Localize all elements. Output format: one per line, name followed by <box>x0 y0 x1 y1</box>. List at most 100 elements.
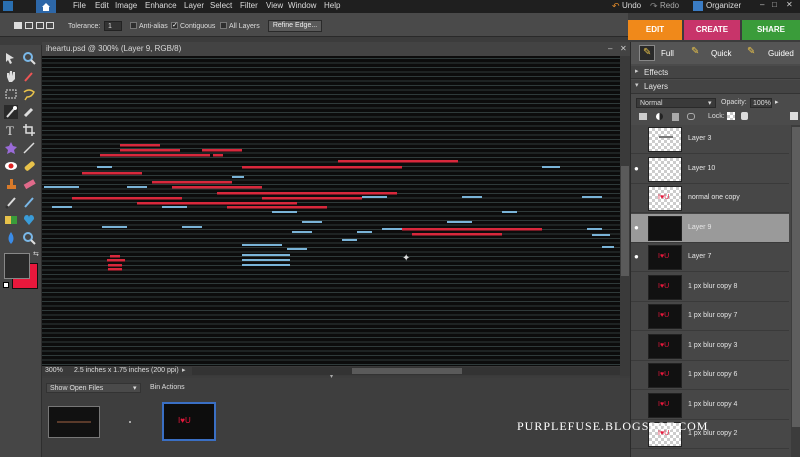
eye-hidden-icon[interactable]: ● <box>634 282 639 291</box>
maximize-icon[interactable]: □ <box>772 0 777 9</box>
doc-minimize-icon[interactable]: – <box>608 42 612 56</box>
info-menu-arrow-icon[interactable]: ▸ <box>182 366 186 374</box>
minimize-icon[interactable]: – <box>760 0 764 9</box>
menu-edit[interactable]: Edit <box>95 1 109 10</box>
menu-filter[interactable]: Filter <box>240 1 258 10</box>
layers-scroll-thumb[interactable] <box>792 127 800 427</box>
foreground-color-swatch[interactable] <box>4 253 30 279</box>
straighten-tool-icon[interactable] <box>22 141 36 155</box>
eye-hidden-icon[interactable]: ● <box>634 341 639 350</box>
home-button[interactable] <box>36 0 56 13</box>
eye-hidden-icon[interactable]: ● <box>634 370 639 379</box>
tab-share[interactable]: SHARE <box>742 20 800 40</box>
doc-close-icon[interactable]: ✕ <box>620 42 627 56</box>
bin-collapse-icon[interactable]: ▾ <box>330 373 333 380</box>
layer-row[interactable]: ● I♥U 1 px blur copy 4 <box>631 391 789 420</box>
layer-row[interactable]: ● I♥U 1 px blur copy 6 <box>631 361 789 390</box>
effects-panel-header[interactable]: ▸ Effects <box>631 66 800 79</box>
guided-edit-icon[interactable]: ✎ <box>745 45 761 61</box>
adjustment-layer-icon[interactable] <box>656 113 663 120</box>
smart-brush-tool-icon[interactable] <box>22 195 36 209</box>
vertical-scroll-thumb[interactable] <box>621 166 629 276</box>
horizontal-scrollbar[interactable] <box>192 367 620 375</box>
layers-menu-icon[interactable] <box>790 112 798 120</box>
eye-icon[interactable]: ● <box>634 164 639 173</box>
quick-edit-icon[interactable]: ✎ <box>689 45 705 61</box>
menu-select[interactable]: Select <box>210 1 232 10</box>
layer-row[interactable]: ● I♥U normal one copy <box>631 184 789 213</box>
menu-enhance[interactable]: Enhance <box>145 1 177 10</box>
eyedropper-tool-icon[interactable] <box>22 69 36 83</box>
red-eye-tool-icon[interactable] <box>4 159 18 173</box>
organizer-button[interactable]: Organizer <box>706 1 741 10</box>
anti-alias-checkbox[interactable] <box>130 22 137 29</box>
blur-tool-icon[interactable] <box>4 231 18 245</box>
menu-image[interactable]: Image <box>115 1 137 10</box>
custom-shape-tool-icon[interactable] <box>22 213 36 227</box>
crop-tool-icon[interactable] <box>22 123 36 137</box>
new-selection-icon[interactable] <box>14 22 22 29</box>
opacity-slider-arrow-icon[interactable]: ▸ <box>775 98 779 106</box>
brush-tool-icon[interactable] <box>4 195 18 209</box>
bin-thumbnail-2[interactable]: I♥U <box>162 402 216 441</box>
layer-row[interactable]: ● I♥U 1 px blur copy 3 <box>631 332 789 361</box>
full-edit-icon[interactable]: ✎ <box>639 45 655 61</box>
lock-transparency-icon[interactable] <box>727 112 735 120</box>
redo-button[interactable]: Redo <box>660 1 679 10</box>
full-edit-tab[interactable]: Full <box>661 49 674 58</box>
gradient-tool-icon[interactable] <box>4 213 18 227</box>
type-tool-icon[interactable]: T <box>4 123 18 137</box>
lock-all-icon[interactable] <box>741 112 748 120</box>
subtract-selection-icon[interactable] <box>36 22 44 29</box>
eye-icon[interactable]: ● <box>634 252 639 261</box>
refine-edge-button[interactable]: Refine Edge... <box>268 20 322 32</box>
layers-panel-header[interactable]: ▾ Layers <box>631 80 800 94</box>
tolerance-input[interactable]: 1 <box>104 21 122 31</box>
eye-hidden-icon[interactable]: ● <box>634 311 639 320</box>
layers-scrollbar[interactable] <box>791 125 800 457</box>
undo-icon[interactable]: ↶ <box>612 1 620 11</box>
contiguous-checkbox[interactable]: ✓ <box>171 22 178 29</box>
layer-row[interactable]: ● Layer 3 <box>631 125 789 154</box>
eye-hidden-icon[interactable]: ● <box>634 193 639 202</box>
organizer-icon[interactable] <box>693 1 703 11</box>
tab-edit[interactable]: EDIT <box>628 20 682 40</box>
quick-edit-tab[interactable]: Quick <box>711 49 731 58</box>
blend-mode-dropdown[interactable]: Normal ▾ <box>636 98 716 108</box>
eye-hidden-icon[interactable]: ● <box>634 400 639 409</box>
cookie-cutter-tool-icon[interactable] <box>4 141 18 155</box>
opacity-input[interactable]: 100% <box>750 98 772 108</box>
zoom-tool-icon[interactable] <box>22 51 36 65</box>
move-tool-icon[interactable] <box>4 51 18 65</box>
brush-selection-tool-icon[interactable] <box>22 105 36 119</box>
clone-stamp-tool-icon[interactable] <box>4 177 18 191</box>
link-layers-icon[interactable] <box>687 113 695 120</box>
guided-edit-tab[interactable]: Guided <box>768 49 794 58</box>
tab-create[interactable]: CREATE <box>684 20 740 40</box>
layer-row[interactable]: ● Layer 10 <box>631 155 789 184</box>
close-icon[interactable]: ✕ <box>786 0 793 9</box>
horizontal-scroll-thumb[interactable] <box>352 368 462 374</box>
menu-help[interactable]: Help <box>324 1 340 10</box>
eye-icon[interactable]: ● <box>634 223 639 232</box>
bin-thumbnail-1[interactable] <box>48 406 100 438</box>
eye-hidden-icon[interactable]: ● <box>634 134 639 143</box>
undo-button[interactable]: Undo <box>622 1 641 10</box>
layer-row[interactable]: ● I♥U 1 px blur copy 8 <box>631 273 789 302</box>
hand-tool-icon[interactable] <box>4 69 18 83</box>
image-canvas[interactable]: ✦ <box>42 56 620 366</box>
layer-row[interactable]: ● I♥U 1 px blur copy 7 <box>631 302 789 331</box>
delete-layer-icon[interactable] <box>672 113 679 121</box>
spot-healing-tool-icon[interactable] <box>22 159 36 173</box>
lasso-tool-icon[interactable] <box>22 87 36 101</box>
eraser-tool-icon[interactable] <box>22 177 36 191</box>
swap-colors-icon[interactable]: ⇆ <box>33 250 39 258</box>
sponge-tool-icon[interactable] <box>22 231 36 245</box>
menu-layer[interactable]: Layer <box>184 1 204 10</box>
default-colors-icon[interactable] <box>3 282 9 288</box>
menu-view[interactable]: View <box>266 1 283 10</box>
intersect-selection-icon[interactable] <box>46 22 54 29</box>
bin-actions-menu[interactable]: Bin Actions <box>150 384 185 391</box>
magic-wand-tool-icon[interactable] <box>4 105 18 119</box>
layer-row[interactable]: ● Layer 9 <box>631 213 789 243</box>
